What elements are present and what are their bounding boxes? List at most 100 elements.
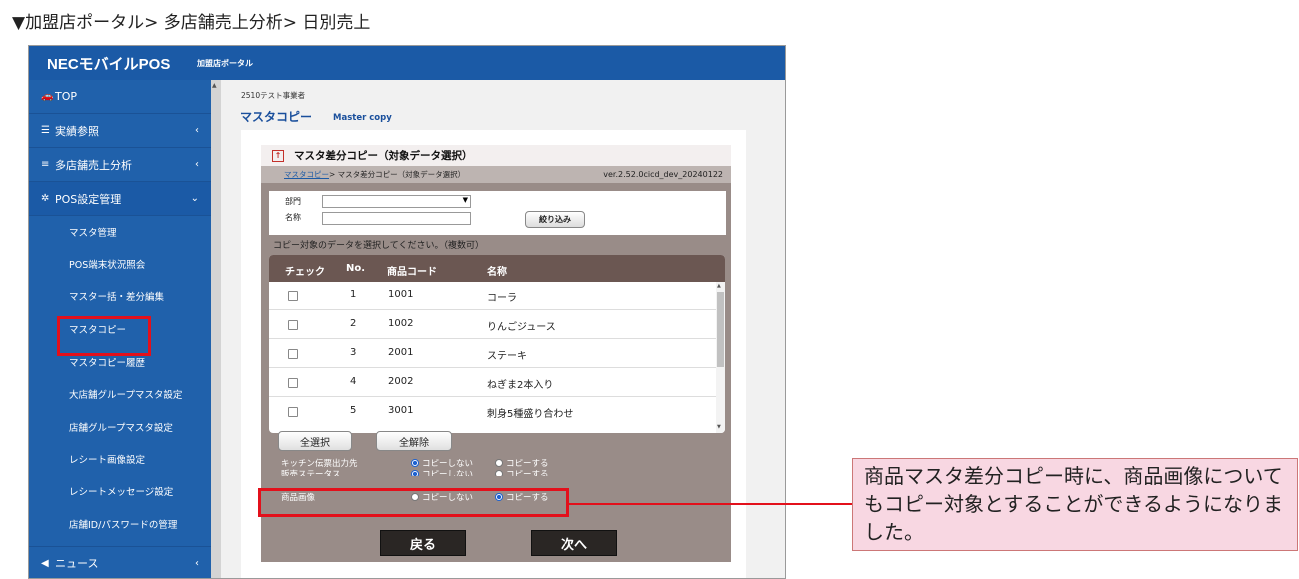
row-no: 1	[350, 289, 357, 300]
item-table: チェック No. 商品コード 名称 1 1001 コーラ 2 1002 りんごジ…	[269, 255, 725, 433]
row-code: 3001	[388, 405, 414, 416]
row-code: 1001	[388, 289, 414, 300]
select-all-button[interactable]: 全選択	[278, 431, 352, 451]
list-icon: ☰	[41, 125, 50, 136]
sidebar-item-label: 実績参照	[55, 124, 99, 138]
back-button[interactable]: 戻る	[380, 530, 466, 556]
megaphone-icon: ◀	[41, 557, 49, 569]
row-no: 3	[350, 347, 357, 358]
option-sales-status: 販売ステータス コピーしない コピーする	[261, 468, 731, 476]
chevron-down-icon: ⌄	[190, 193, 199, 204]
car-icon: 🚗	[41, 91, 54, 102]
breadcrumb: マスタコピー > マスタ差分コピー（対象データ選択） ver.2.52.0cic…	[261, 166, 731, 183]
highlight-box-master-copy	[57, 316, 151, 356]
version-label: ver.2.52.0cicd_dev_20240122	[603, 170, 723, 179]
chevron-left-icon: ‹	[195, 125, 199, 136]
sidebar: 🚗 TOP ☰ 実績参照 ‹ ≡ 多店舗売上分析 ‹ ✲ POS設定管理 ⌄ マ…	[29, 80, 211, 578]
column-header-check: チェック	[285, 267, 325, 278]
sidebar-item-news[interactable]: ◀ ニュース ‹	[29, 546, 211, 578]
option-label: 販売ステータス	[281, 470, 341, 476]
row-name: ねぎま2本入り	[487, 380, 554, 391]
upload-icon: ↑	[272, 149, 284, 162]
top-header: NECモバイルPOS 加盟店ポータル	[29, 46, 785, 80]
row-code: 1002	[388, 318, 414, 329]
row-no: 5	[350, 405, 357, 416]
table-row[interactable]: 3 2001 ステーキ	[269, 340, 717, 368]
table-row[interactable]: 5 3001 刺身5種盛り合わせ	[269, 398, 717, 426]
sidebar-subitem-pos-terminal-status[interactable]: POS端末状況照会	[29, 248, 211, 280]
row-checkbox[interactable]	[288, 349, 298, 359]
radio-copy[interactable]	[495, 459, 503, 467]
sidebar-item-results[interactable]: ☰ 実績参照 ‹	[29, 114, 211, 148]
row-no: 4	[350, 376, 357, 387]
dept-label: 部門	[285, 197, 301, 206]
radio-label: コピーしない	[422, 470, 474, 476]
row-name: りんごジュース	[487, 322, 556, 333]
radio-copy[interactable]	[495, 470, 503, 476]
next-button[interactable]: 次へ	[531, 530, 617, 556]
column-header-no: No.	[346, 263, 366, 274]
table-row[interactable]: 2 1002 りんごジュース	[269, 311, 717, 339]
sidebar-subitem-master-management[interactable]: マスタ管理	[29, 216, 211, 248]
row-name: 刺身5種盛り合わせ	[487, 409, 574, 420]
scroll-down-icon[interactable]: ▼	[717, 424, 721, 430]
radio-no-copy[interactable]	[411, 470, 419, 476]
table-row[interactable]: 4 2002 ねぎま2本入り	[269, 369, 717, 397]
scroll-up-icon[interactable]: ▲	[212, 82, 217, 89]
sidebar-item-label: POS設定管理	[55, 192, 122, 206]
breadcrumb-link-master-copy[interactable]: マスタコピー	[284, 169, 329, 180]
name-label: 名称	[285, 213, 301, 222]
highlight-box-product-image	[258, 488, 569, 517]
row-name: ステーキ	[487, 351, 527, 362]
row-name: コーラ	[487, 293, 517, 304]
sidebar-subitem-store-id-password[interactable]: 店舗ID/パスワードの管理	[29, 508, 211, 540]
sidebar-item-label: 多店舗売上分析	[55, 158, 132, 172]
column-header-name: 名称	[487, 267, 507, 278]
database-icon: ≡	[41, 159, 50, 170]
sidebar-subitem-receipt-image[interactable]: レシート画像設定	[29, 443, 211, 475]
sidebar-subitem-store-group[interactable]: 店舗グループマスタ設定	[29, 411, 211, 443]
page-title: マスタコピー	[240, 110, 313, 124]
table-row[interactable]: 1 1001 コーラ	[269, 282, 717, 310]
callout-box: 商品マスタ差分コピー時に、商品画像についてもコピー対象とすることができるようにな…	[852, 458, 1298, 551]
column-header-code: 商品コード	[387, 267, 437, 278]
row-checkbox[interactable]	[288, 320, 298, 330]
dept-select[interactable]: ▼	[322, 195, 471, 208]
caption: ▼加盟店ポータル> 多店舗売上分析> 日別売上	[12, 13, 371, 33]
sidebar-subitem-large-store-group[interactable]: 大店舗グループマスタ設定	[29, 378, 211, 410]
dialog-title: マスタ差分コピー（対象データ選択）	[294, 150, 473, 162]
scroll-up-icon[interactable]: ▲	[717, 283, 721, 289]
table-header: チェック No. 商品コード 名称	[269, 255, 725, 282]
chevron-left-icon: ‹	[195, 557, 199, 569]
sidebar-item-label: ニュース	[55, 557, 99, 570]
breadcrumb-current: > マスタ差分コピー（対象データ選択）	[329, 170, 466, 179]
sidebar-item-pos-settings[interactable]: ✲ POS設定管理 ⌄	[29, 182, 211, 216]
sidebar-subitem-master-bulk-edit[interactable]: マスター括・差分編集	[29, 280, 211, 312]
sidebar-scrollbar[interactable]: ▲	[211, 80, 221, 578]
company-name: 2510テスト事業者	[241, 91, 306, 100]
scrollbar-thumb[interactable]	[717, 292, 724, 367]
clear-all-button[interactable]: 全解除	[376, 431, 452, 451]
callout-connector-line	[569, 503, 852, 505]
row-checkbox[interactable]	[288, 407, 298, 417]
select-instruction: コピー対象のデータを選択してください。（複数可）	[273, 241, 484, 251]
sidebar-item-label: TOP	[55, 90, 78, 103]
name-input[interactable]	[322, 212, 471, 225]
radio-no-copy[interactable]	[411, 459, 419, 467]
gear-icon: ✲	[41, 193, 50, 204]
row-checkbox[interactable]	[288, 291, 298, 301]
row-code: 2002	[388, 376, 414, 387]
filter-panel: 部門 名称 ▼ 絞り込み	[269, 191, 726, 235]
chevron-down-icon: ▼	[462, 196, 468, 204]
filter-button[interactable]: 絞り込み	[525, 211, 585, 228]
row-checkbox[interactable]	[288, 378, 298, 388]
row-no: 2	[350, 318, 357, 329]
sidebar-item-top[interactable]: 🚗 TOP	[29, 80, 211, 114]
sidebar-subitem-receipt-message[interactable]: レシートメッセージ設定	[29, 475, 211, 507]
brand-logo: NECモバイルPOS	[47, 56, 171, 73]
row-code: 2001	[388, 347, 414, 358]
dialog-header: ↑ マスタ差分コピー（対象データ選択）	[261, 145, 731, 166]
sidebar-item-multistore-sales[interactable]: ≡ 多店舗売上分析 ‹	[29, 148, 211, 182]
table-scrollbar[interactable]: ▲ ▼	[716, 282, 725, 433]
callout-text: 商品マスタ差分コピー時に、商品画像についてもコピー対象とすることができるようにな…	[864, 464, 1283, 544]
